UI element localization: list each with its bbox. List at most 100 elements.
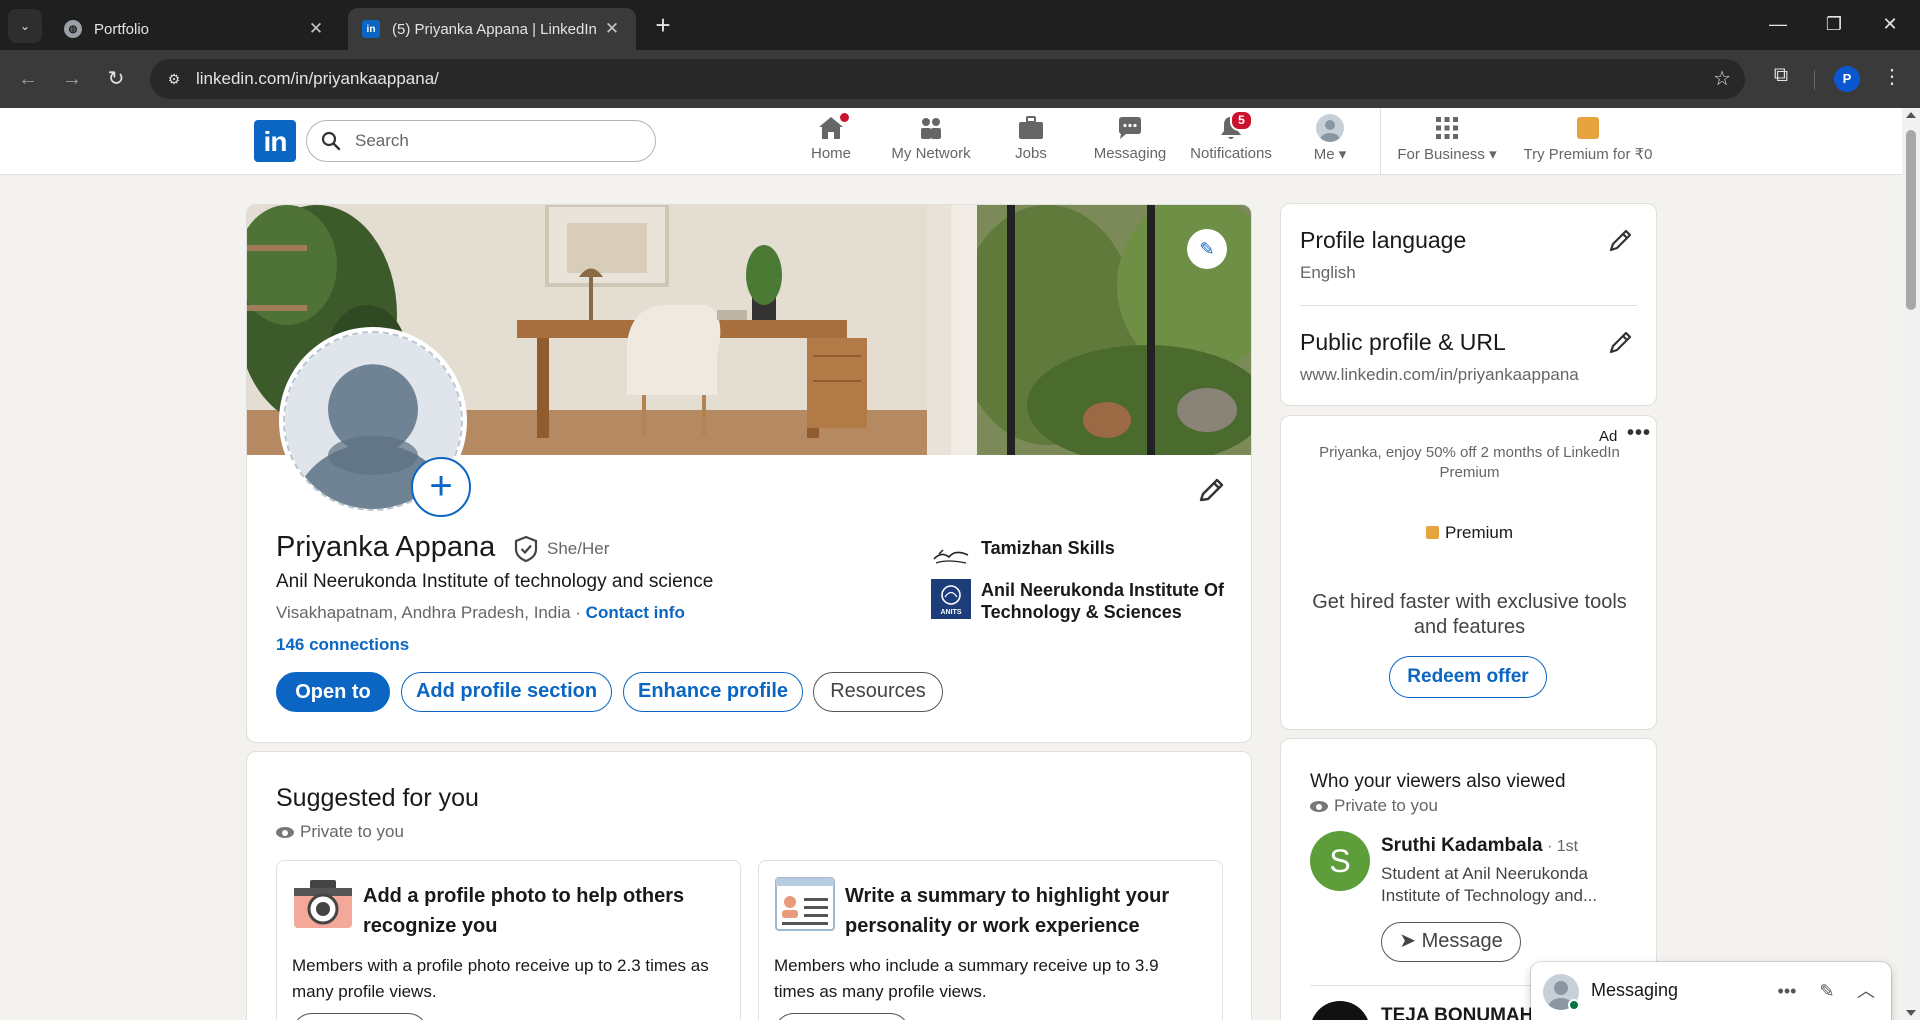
- nav-me[interactable]: Me ▾: [1308, 114, 1352, 172]
- linkedin-logo[interactable]: in: [254, 120, 296, 162]
- extensions-icon[interactable]: ⧉: [1766, 64, 1796, 94]
- eye-icon: [1310, 801, 1328, 813]
- chevron-up-icon[interactable]: ︿: [1853, 978, 1879, 1004]
- search-box[interactable]: [306, 120, 656, 162]
- location-text: Visakhapatnam, Andhra Pradesh, India: [276, 603, 571, 622]
- nav-home[interactable]: Home: [806, 111, 856, 172]
- anits-logo-text: ANITS: [941, 609, 962, 616]
- person-name[interactable]: Sruthi Kadambala · 1st: [1381, 835, 1578, 857]
- more-options-icon[interactable]: •••: [1774, 978, 1800, 1004]
- send-icon: ➤: [1399, 930, 1422, 952]
- premium-ad-card: Ad ••• Priyanka, enjoy 50% off 2 months …: [1280, 415, 1657, 730]
- contact-info-link[interactable]: Contact info: [586, 603, 685, 622]
- nav-my-network[interactable]: My Network: [888, 114, 974, 172]
- browser-profile-avatar[interactable]: P: [1834, 66, 1860, 92]
- premium-icon: [1425, 526, 1439, 539]
- back-button[interactable]: ←: [12, 63, 44, 95]
- org-tamizhan-skills[interactable]: Tamizhan Skills: [931, 537, 1115, 581]
- org-anits[interactable]: ANITS Anil Neerukonda Institute Of Techn…: [931, 579, 1251, 623]
- bookmark-star-icon[interactable]: ☆: [1713, 59, 1731, 99]
- resources-button[interactable]: Resources: [813, 672, 943, 712]
- connections-link[interactable]: 146 connections: [276, 635, 409, 655]
- enhance-profile-button[interactable]: Enhance profile: [623, 672, 803, 712]
- avatar[interactable]: S: [1310, 831, 1370, 891]
- edit-cover-button[interactable]: ✎: [1187, 229, 1227, 269]
- nav-label: Me ▾: [1313, 146, 1347, 163]
- suggestion-card-photo[interactable]: Add a profile photo to help others recog…: [276, 860, 741, 1020]
- address-bar[interactable]: ⚙ linkedin.com/in/priyankaappana/ ☆: [150, 59, 1745, 99]
- edit-pencil-icon[interactable]: [1193, 473, 1229, 509]
- header-divider: [1380, 108, 1381, 174]
- nav-notifications[interactable]: 5 Notifications: [1188, 110, 1274, 172]
- restore-button[interactable]: ❐: [1806, 8, 1862, 40]
- new-tab-button[interactable]: +: [650, 10, 676, 40]
- network-icon: [917, 114, 945, 142]
- reload-button[interactable]: ↻: [100, 63, 132, 95]
- message-button[interactable]: ➤ Message: [1381, 922, 1521, 962]
- forward-button[interactable]: →: [56, 63, 88, 95]
- window-close-button[interactable]: ✕: [1862, 8, 1918, 40]
- edit-pencil-icon[interactable]: [1607, 328, 1635, 356]
- briefcase-icon: [1017, 114, 1045, 142]
- browser-menu-icon[interactable]: ⋮: [1880, 64, 1904, 94]
- ad-pitch: Get hired faster with exclusive tools an…: [1312, 591, 1627, 638]
- avatar[interactable]: [1310, 1001, 1370, 1020]
- url-text[interactable]: linkedin.com/in/priyankaappana/: [196, 59, 439, 99]
- edit-pencil-icon[interactable]: [1607, 226, 1635, 254]
- nav-jobs[interactable]: Jobs: [1006, 114, 1056, 172]
- suggestion-action-button[interactable]: [292, 1013, 428, 1020]
- suggestion-card-summary[interactable]: Write a summary to highlight your person…: [758, 860, 1223, 1020]
- scroll-up-arrow-icon[interactable]: [1906, 112, 1916, 118]
- person-headline: Student at Anil Neerukonda Institute of …: [1381, 864, 1598, 905]
- tab-title: (5) Priyanka Appana | LinkedIn: [392, 20, 597, 38]
- eye-icon: [276, 827, 294, 839]
- tab-search-button[interactable]: ⌄: [8, 9, 42, 43]
- private-note: Private to you: [276, 822, 404, 842]
- tab-linkedin[interactable]: in (5) Priyanka Appana | LinkedIn ✕: [348, 8, 636, 50]
- divider: [1300, 305, 1637, 306]
- browser-tab-bar: ⌄ ◍ Portfolio ✕ in (5) Priyanka Appana |…: [0, 0, 1920, 50]
- nav-messaging[interactable]: Messaging: [1090, 114, 1170, 172]
- page-scrollbar[interactable]: [1902, 108, 1920, 1020]
- close-icon[interactable]: ✕: [602, 19, 622, 39]
- tab-title: Portfolio: [94, 20, 150, 38]
- nav-label: My Network: [891, 145, 971, 162]
- suggestion-action-button[interactable]: [774, 1013, 910, 1020]
- org-name: Tamizhan Skills: [981, 538, 1115, 558]
- messaging-overlay[interactable]: Messaging ••• ✎ ︿: [1531, 962, 1891, 1020]
- nav-label: Try Premium for ₹0: [1523, 146, 1653, 163]
- tab-portfolio[interactable]: ◍ Portfolio ✕: [50, 8, 340, 50]
- messaging-title[interactable]: Messaging: [1591, 980, 1678, 1001]
- redeem-offer-button[interactable]: Redeem offer: [1389, 656, 1547, 698]
- close-icon[interactable]: ✕: [306, 19, 326, 39]
- compose-icon[interactable]: ✎: [1814, 978, 1840, 1004]
- profile-headline: Anil Neerukonda Institute of technology …: [276, 571, 714, 592]
- avatar: [1316, 114, 1344, 142]
- scroll-down-arrow-icon[interactable]: [1906, 1010, 1916, 1016]
- ad-offer-text: Priyanka, enjoy 50% off 2 months of Link…: [1319, 444, 1620, 481]
- minimize-button[interactable]: —: [1750, 8, 1806, 40]
- nav-label: Jobs: [1015, 145, 1047, 162]
- location-separator: ·: [570, 603, 586, 622]
- home-icon: [817, 111, 851, 142]
- camera-icon: [294, 880, 352, 928]
- suggestion-title: Write a summary to highlight your person…: [845, 885, 1170, 937]
- suggestion-title: Add a profile photo to help others recog…: [363, 885, 685, 937]
- search-input[interactable]: [355, 125, 645, 157]
- suggested-for-you-card: Suggested for you Private to you Add a p…: [246, 751, 1252, 1020]
- profile-name: Priyanka Appana: [276, 531, 496, 563]
- add-profile-section-button[interactable]: Add profile section: [401, 672, 612, 712]
- open-to-button[interactable]: Open to: [276, 672, 390, 712]
- more-options-icon[interactable]: •••: [1627, 422, 1651, 445]
- verification-shield-icon[interactable]: [513, 535, 539, 563]
- nav-label: Home: [810, 145, 851, 162]
- add-photo-button[interactable]: +: [411, 457, 471, 517]
- nav-try-premium[interactable]: Try Premium for ₹0: [1520, 114, 1656, 172]
- person-name-text[interactable]: Sruthi Kadambala: [1381, 835, 1543, 856]
- site-info-icon[interactable]: ⚙: [160, 65, 188, 93]
- nav-for-business[interactable]: For Business ▾: [1394, 114, 1500, 172]
- nav-label: Notifications: [1190, 145, 1272, 162]
- chat-icon: [1116, 114, 1144, 142]
- scrollbar-thumb[interactable]: [1906, 130, 1916, 310]
- person-name[interactable]: TEJA BONUMAH: [1381, 1005, 1533, 1020]
